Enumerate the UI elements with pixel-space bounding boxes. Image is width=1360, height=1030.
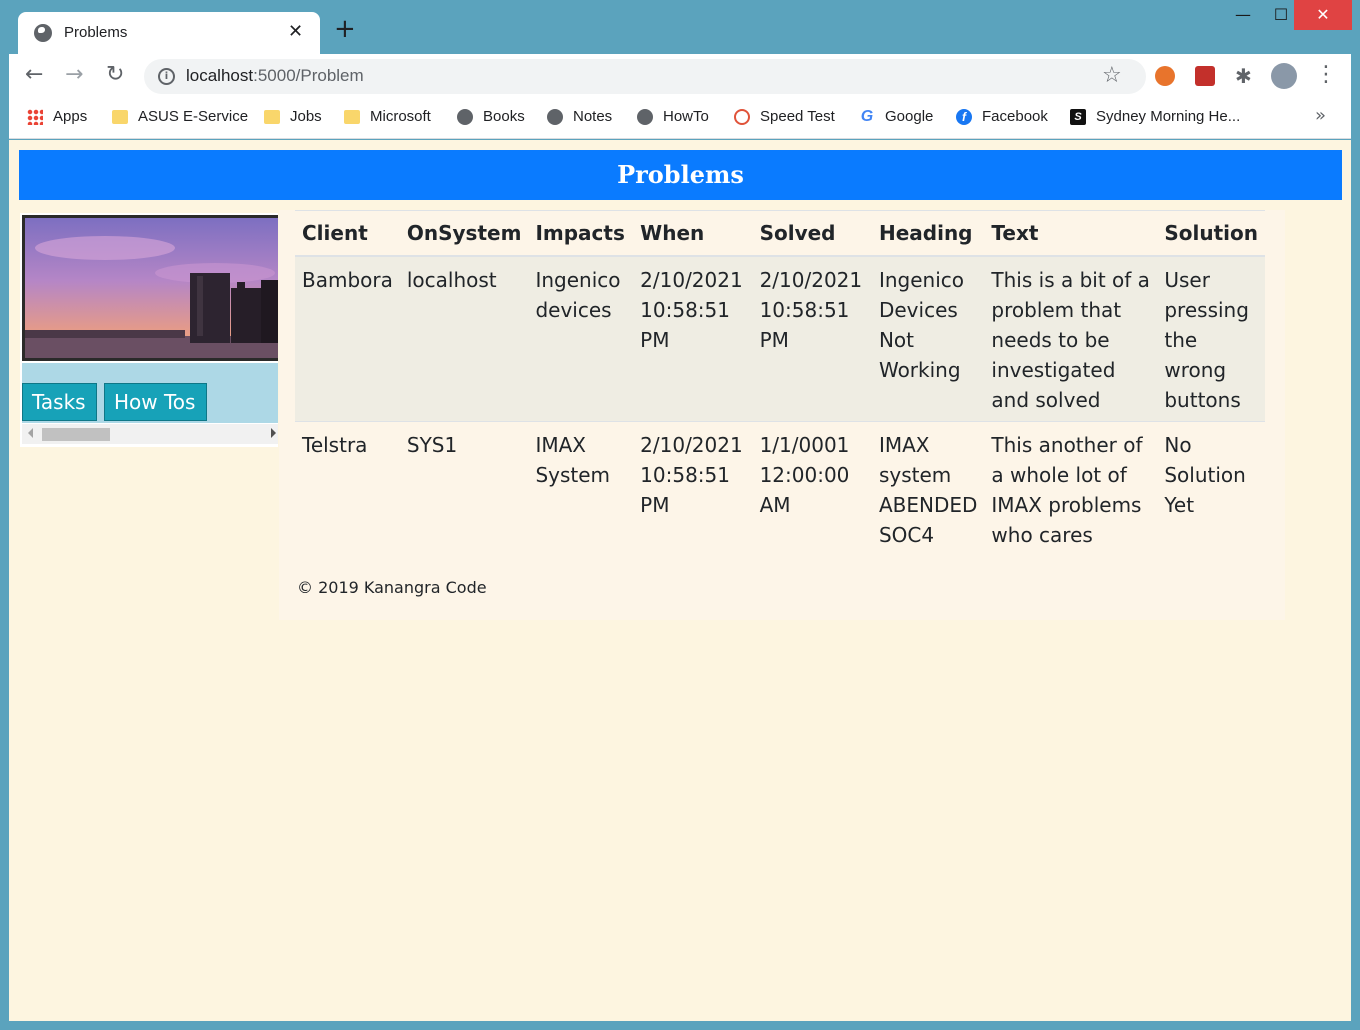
sidebar-nav: Tasks How Tos [22, 363, 278, 423]
browser-menu-icon[interactable]: ⋮ [1315, 63, 1337, 87]
globe-icon [457, 108, 473, 125]
cell-solved: 2/10/2021 10:58:51 PM [752, 255, 872, 422]
bookmark-label: Speed Test [760, 108, 835, 125]
bookmarks-bar: Apps ASUS E-Service Jobs Microsoft Books… [9, 99, 1351, 139]
bookmark-label: Facebook [982, 108, 1048, 125]
how-tos-nav-button[interactable]: How Tos [104, 383, 207, 421]
bookmark-notes[interactable]: Notes [547, 108, 612, 125]
bookmark-google[interactable]: G Google [859, 107, 934, 125]
back-button[interactable]: ← [25, 63, 43, 87]
bookmark-facebook[interactable]: f Facebook [956, 108, 1048, 125]
bookmark-label: Sydney Morning He... [1096, 108, 1241, 125]
scrollbar-thumb[interactable] [42, 428, 110, 441]
column-header-when: When [633, 210, 753, 257]
cell-impacts: Ingenico devices [528, 255, 634, 422]
bookmark-speed-test[interactable]: Speed Test [734, 108, 835, 125]
bookmark-apps[interactable]: Apps [27, 108, 87, 125]
new-tab-button[interactable]: + [334, 16, 356, 42]
facebook-icon: f [956, 108, 972, 125]
smh-icon: S [1070, 108, 1086, 125]
main-content: Client OnSystem Impacts When Solved Head… [279, 210, 1285, 620]
page-banner: Problems [19, 150, 1342, 200]
globe-icon [34, 24, 52, 42]
url-path: :5000/Problem [253, 66, 364, 85]
city-skyline-image [22, 215, 278, 361]
cell-impacts: IMAX System [528, 421, 634, 556]
cell-heading: IMAX system ABENDED SOC4 [871, 421, 985, 556]
folder-icon [264, 109, 280, 124]
address-bar[interactable]: i localhost:5000/Problem ☆ [144, 59, 1146, 94]
bookmark-star-icon[interactable]: ☆ [1102, 63, 1122, 88]
bookmark-label: Apps [53, 108, 88, 125]
bookmark-books[interactable]: Books [457, 108, 525, 125]
bookmark-label: Microsoft [370, 108, 431, 125]
column-header-solution: Solution [1157, 210, 1265, 257]
page-footer: © 2019 Kanangra Code [297, 578, 487, 597]
globe-icon [637, 108, 653, 125]
cell-text: This is a bit of a problem that needs to… [984, 255, 1158, 422]
sidebar: Tasks How Tos [20, 213, 278, 447]
column-header-client: Client [295, 210, 400, 257]
cell-onsystem: SYS1 [399, 421, 529, 556]
apps-icon [27, 108, 43, 125]
problems-table: Client OnSystem Impacts When Solved Head… [295, 210, 1265, 556]
table-row: Telstra SYS1 IMAX System 2/10/2021 10:58… [295, 421, 1265, 556]
cell-client: Bambora [295, 255, 400, 422]
angular-extension-icon[interactable] [1195, 66, 1215, 86]
google-icon: G [860, 107, 874, 125]
cell-heading: Ingenico Devices Not Working [871, 255, 985, 422]
column-header-text: Text [984, 210, 1158, 257]
bookmark-label: Google [885, 108, 934, 125]
tab-strip: Problems ✕ + — ☐ ✕ [0, 0, 1360, 54]
forward-button[interactable]: → [65, 63, 83, 87]
bookmark-microsoft[interactable]: Microsoft [344, 108, 431, 125]
close-tab-icon[interactable]: ✕ [288, 21, 303, 42]
speedometer-icon [734, 108, 750, 125]
cell-solution: No Solution Yet [1157, 421, 1265, 556]
scroll-left-icon[interactable] [28, 428, 33, 438]
url-host: localhost [186, 66, 254, 85]
tab-title: Problems [64, 24, 128, 41]
bookmark-howto[interactable]: HowTo [637, 108, 709, 125]
bookmark-asus-e-service[interactable]: ASUS E-Service [112, 108, 248, 125]
close-window-button[interactable]: ✕ [1294, 0, 1352, 30]
site-info-icon[interactable]: i [158, 68, 175, 85]
scroll-right-icon[interactable] [271, 428, 276, 438]
cell-text: This another of a whole lot of IMAX prob… [984, 421, 1158, 556]
bookmark-jobs[interactable]: Jobs [264, 108, 322, 125]
profile-avatar[interactable] [1271, 63, 1297, 89]
table-row: Bambora localhost Ingenico devices 2/10/… [295, 255, 1265, 422]
cell-solution: User pressing the wrong buttons [1157, 255, 1265, 422]
page-viewport: Problems Tasks How Tos Client OnSystem I… [9, 140, 1351, 1021]
bookmark-sydney-morning-herald[interactable]: S Sydney Morning He... [1070, 108, 1240, 125]
table-header-row: Client OnSystem Impacts When Solved Head… [295, 210, 1265, 257]
sidebar-horizontal-scrollbar[interactable] [22, 424, 278, 444]
browser-toolbar: ← → ↻ i localhost:5000/Problem ☆ ✱ ⋮ [9, 54, 1351, 99]
page-title: Problems [617, 160, 744, 189]
column-header-onsystem: OnSystem [399, 210, 529, 257]
more-bookmarks-icon[interactable]: » [1315, 105, 1326, 126]
bookmark-label: Notes [573, 108, 613, 125]
bookmark-label: Jobs [290, 108, 322, 125]
bookmark-label: Books [483, 108, 525, 125]
cell-when: 2/10/2021 10:58:51 PM [633, 255, 753, 422]
bookmark-label: ASUS E-Service [138, 108, 249, 125]
globe-icon [547, 108, 563, 125]
bookmark-label: HowTo [663, 108, 709, 125]
puzzle-extensions-icon[interactable]: ✱ [1235, 64, 1255, 88]
column-header-solved: Solved [752, 210, 872, 257]
cell-when: 2/10/2021 10:58:51 PM [633, 421, 753, 556]
tasks-nav-button[interactable]: Tasks [22, 383, 97, 421]
cell-onsystem: localhost [399, 255, 529, 422]
cell-client: Telstra [295, 421, 400, 556]
url-text[interactable]: localhost:5000/Problem [186, 66, 364, 86]
extension-icon[interactable] [1155, 66, 1175, 86]
browser-tab[interactable]: Problems ✕ [18, 12, 320, 54]
column-header-heading: Heading [871, 210, 985, 257]
column-header-impacts: Impacts [528, 210, 634, 257]
folder-icon [112, 109, 128, 124]
cell-solved: 1/1/0001 12:00:00 AM [752, 421, 872, 556]
folder-icon [344, 109, 360, 124]
reload-button[interactable]: ↻ [106, 63, 124, 87]
